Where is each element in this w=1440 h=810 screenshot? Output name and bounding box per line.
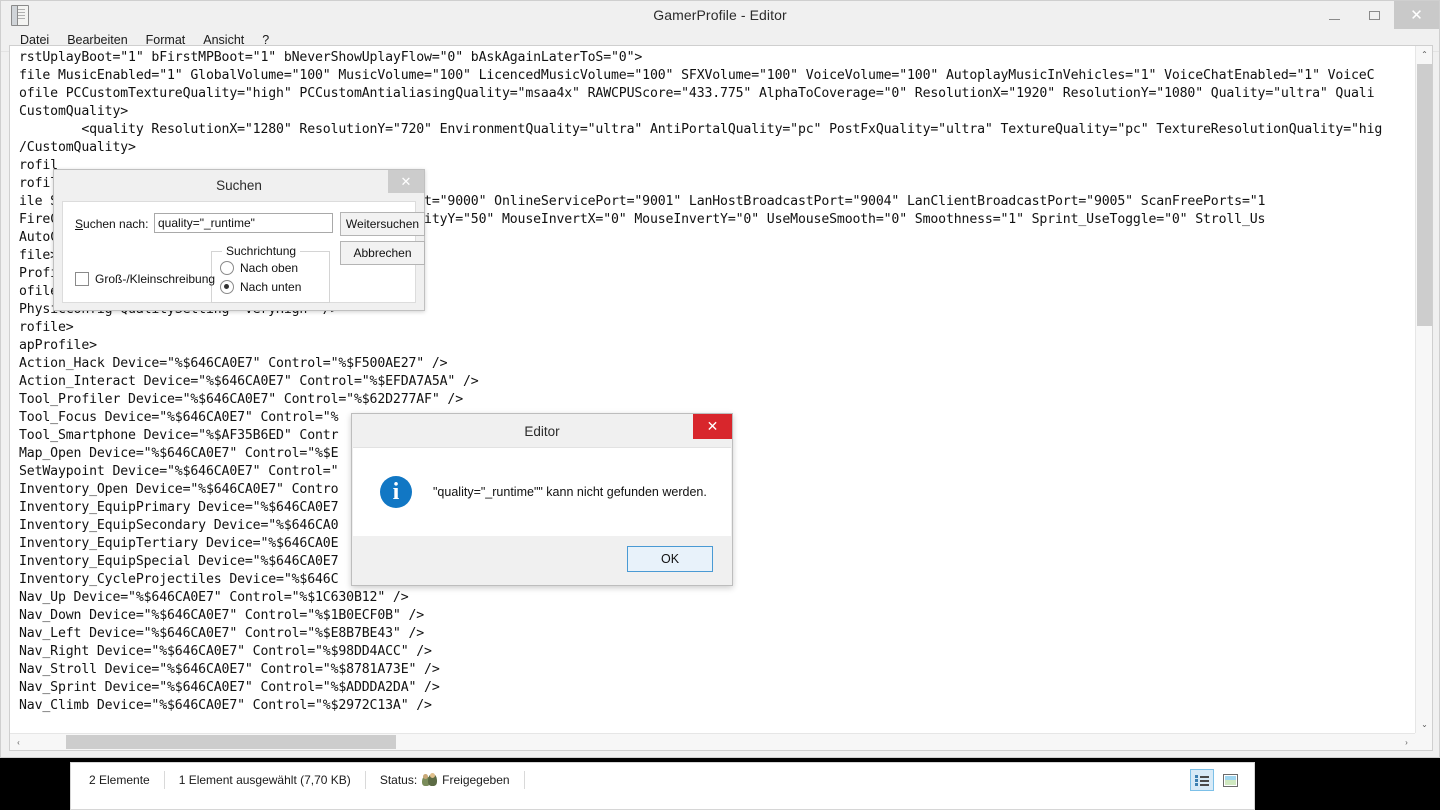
find-dialog: Suchen ✕ Suchen nach: Weitersuchen Abbre… [53,169,425,311]
info-icon: i [380,476,412,508]
shared-users-icon [422,772,438,787]
vertical-scroll-thumb[interactable] [1417,64,1432,326]
message-box-close-button[interactable]: ✕ [693,414,732,439]
message-box-title: Editor [524,424,560,439]
match-case-label: Groß-/Kleinschreibung [95,272,216,286]
close-button[interactable]: ✕ [1394,1,1439,29]
close-icon: ✕ [1410,6,1423,24]
desktop: 2 Elemente 1 Element ausgewählt (7,70 KB… [0,0,1440,810]
status-value: Freigegeben [442,773,510,787]
radio-up-icon [220,261,234,275]
notepad-icon [11,5,29,26]
find-dialog-body: Suchen nach: Weitersuchen Abbrechen Such… [62,201,425,303]
horizontal-scrollbar[interactable]: ‹ › [10,733,1415,750]
editor-text-content[interactable]: rstUplayBoot="1" bFirstMPBoot="1" bNever… [19,49,1414,715]
find-dialog-close-button[interactable]: ✕ [388,170,424,193]
tiles-view-icon [1222,773,1238,787]
match-case-checkbox-icon [75,272,89,286]
match-case-checkbox-row[interactable]: Groß-/Kleinschreibung [75,272,215,286]
message-box-content: i "quality="_runtime"" kann nicht gefund… [353,447,731,537]
window-title: GamerProfile - Editor [653,7,787,23]
status-item-count: 2 Elemente [71,771,165,789]
search-field-label: Suchen nach: [75,217,148,231]
explorer-window: 2 Elemente 1 Element ausgewählt (7,70 KB… [70,762,1255,810]
status-sharing: Status: Freigegeben [366,771,525,789]
search-label-accel: S [75,217,84,231]
search-label-rest: uchen nach: [83,217,149,231]
view-mode-toggles [1190,769,1242,791]
scroll-left-arrow-icon[interactable]: ‹ [10,734,27,750]
find-dialog-title-bar[interactable]: Suchen ✕ [54,170,424,200]
details-view-icon [1194,774,1210,787]
close-icon: ✕ [400,173,412,189]
explorer-status-bar: 2 Elemente 1 Element ausgewählt (7,70 KB… [71,763,1254,797]
find-next-button[interactable]: Weitersuchen [340,212,425,236]
horizontal-scroll-thumb[interactable] [66,735,396,749]
find-dialog-title: Suchen [216,178,262,193]
maximize-button[interactable] [1354,1,1394,29]
window-caption-buttons: ✕ [1314,1,1439,29]
tiles-view-button[interactable] [1218,769,1242,791]
scrollbar-corner [1415,733,1432,750]
ok-button[interactable]: OK [627,546,713,572]
text-editor-area[interactable]: rstUplayBoot="1" bFirstMPBoot="1" bNever… [9,45,1433,751]
radio-up-label: Nach oben [240,261,299,275]
status-label: Status: [379,773,418,787]
scroll-up-arrow-icon[interactable]: ⌃ [1416,46,1432,63]
notepad-title-bar[interactable]: GamerProfile - Editor ✕ [1,1,1439,29]
minimize-button[interactable] [1314,1,1354,29]
search-input[interactable] [154,213,333,233]
message-box-title-bar[interactable]: Editor ✕ [352,414,732,447]
radio-direction-down[interactable]: Nach unten [220,280,301,294]
details-view-button[interactable] [1190,769,1214,791]
scroll-down-arrow-icon[interactable]: ⌄ [1416,716,1432,733]
radio-down-icon [220,280,234,294]
status-selection-info: 1 Element ausgewählt (7,70 KB) [165,771,366,789]
search-direction-group-label: Suchrichtung [222,244,301,258]
notepad-window: GamerProfile - Editor ✕ Datei Bearbeiten… [0,0,1440,758]
scroll-right-arrow-icon[interactable]: › [1398,734,1415,750]
close-icon: ✕ [706,418,719,434]
message-box-footer: OK [353,536,731,584]
cancel-button[interactable]: Abbrechen [340,241,425,265]
vertical-scrollbar[interactable]: ⌃ ⌄ [1415,46,1432,733]
message-box-text: "quality="_runtime"" kann nicht gefunden… [433,485,707,499]
radio-direction-up[interactable]: Nach oben [220,261,298,275]
message-box-dialog: Editor ✕ i "quality="_runtime"" kann nic… [351,413,733,586]
radio-down-label: Nach unten [240,280,302,294]
search-direction-group: Suchrichtung Nach oben Nach unten [211,244,330,303]
